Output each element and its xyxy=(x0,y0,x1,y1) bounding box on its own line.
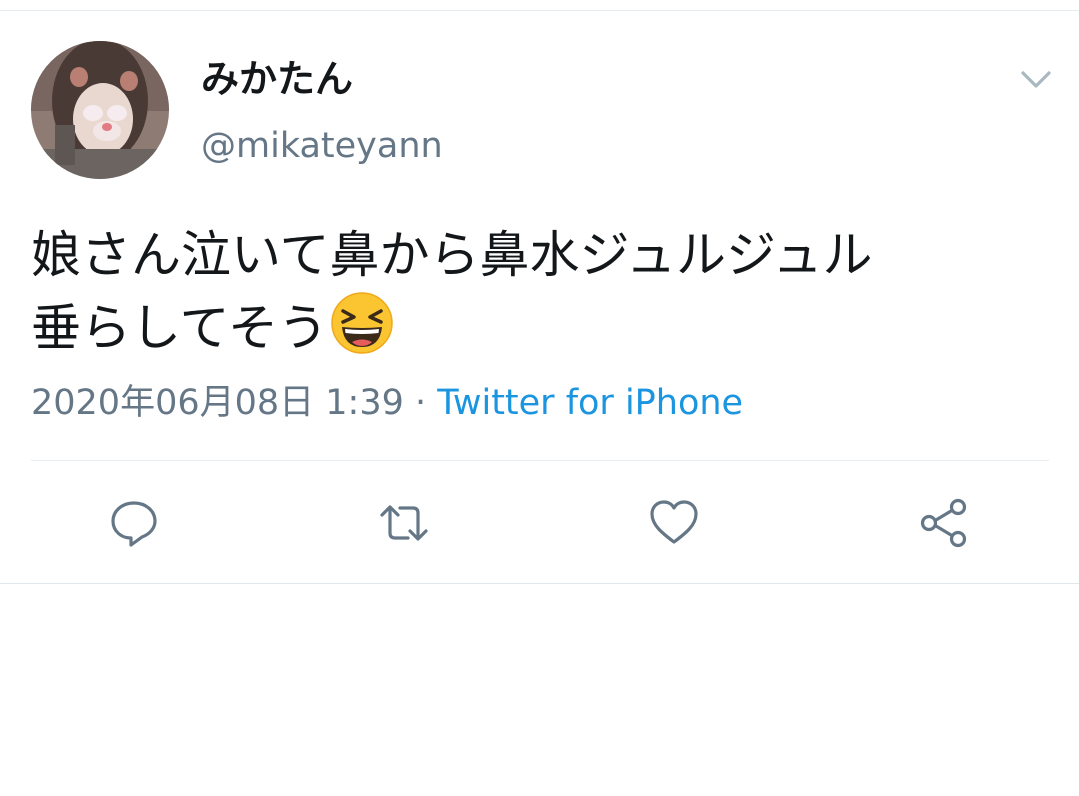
avatar[interactable] xyxy=(31,41,169,179)
retweet-icon xyxy=(380,505,428,541)
retweet-button[interactable] xyxy=(378,497,430,549)
tweet-body: 娘さん泣いて鼻から鼻水ジュルジュル 垂らしてそう xyxy=(31,226,873,357)
bottom-divider xyxy=(0,583,1079,584)
like-button[interactable] xyxy=(648,497,700,549)
timestamp[interactable]: 2020年06月08日 1:39 xyxy=(31,383,404,423)
user-handle[interactable]: @mikateyann xyxy=(201,124,443,168)
actions-divider xyxy=(31,460,1049,461)
display-name[interactable]: みかたん xyxy=(201,57,353,101)
meta-separator: · xyxy=(403,383,438,423)
heart-icon xyxy=(650,500,698,544)
tweet-card[interactable]: みかたん @mikateyann 娘さん泣いて鼻から鼻水ジュルジュル 垂らしてそ… xyxy=(0,11,1079,583)
reply-button[interactable] xyxy=(108,497,160,549)
tweet-text: 娘さん泣いて鼻から鼻水ジュルジュル 垂らしてそう xyxy=(31,219,1051,364)
reply-icon xyxy=(111,501,157,547)
avatar-image xyxy=(31,41,169,179)
share-icon xyxy=(920,498,967,548)
grinning-squinting-face-icon xyxy=(330,291,394,355)
chevron-down-icon[interactable] xyxy=(1019,68,1053,92)
tweet-meta: 2020年06月08日 1:39 · Twitter for iPhone xyxy=(31,381,743,425)
share-button[interactable] xyxy=(918,497,970,549)
source-link[interactable]: Twitter for iPhone xyxy=(437,383,743,423)
